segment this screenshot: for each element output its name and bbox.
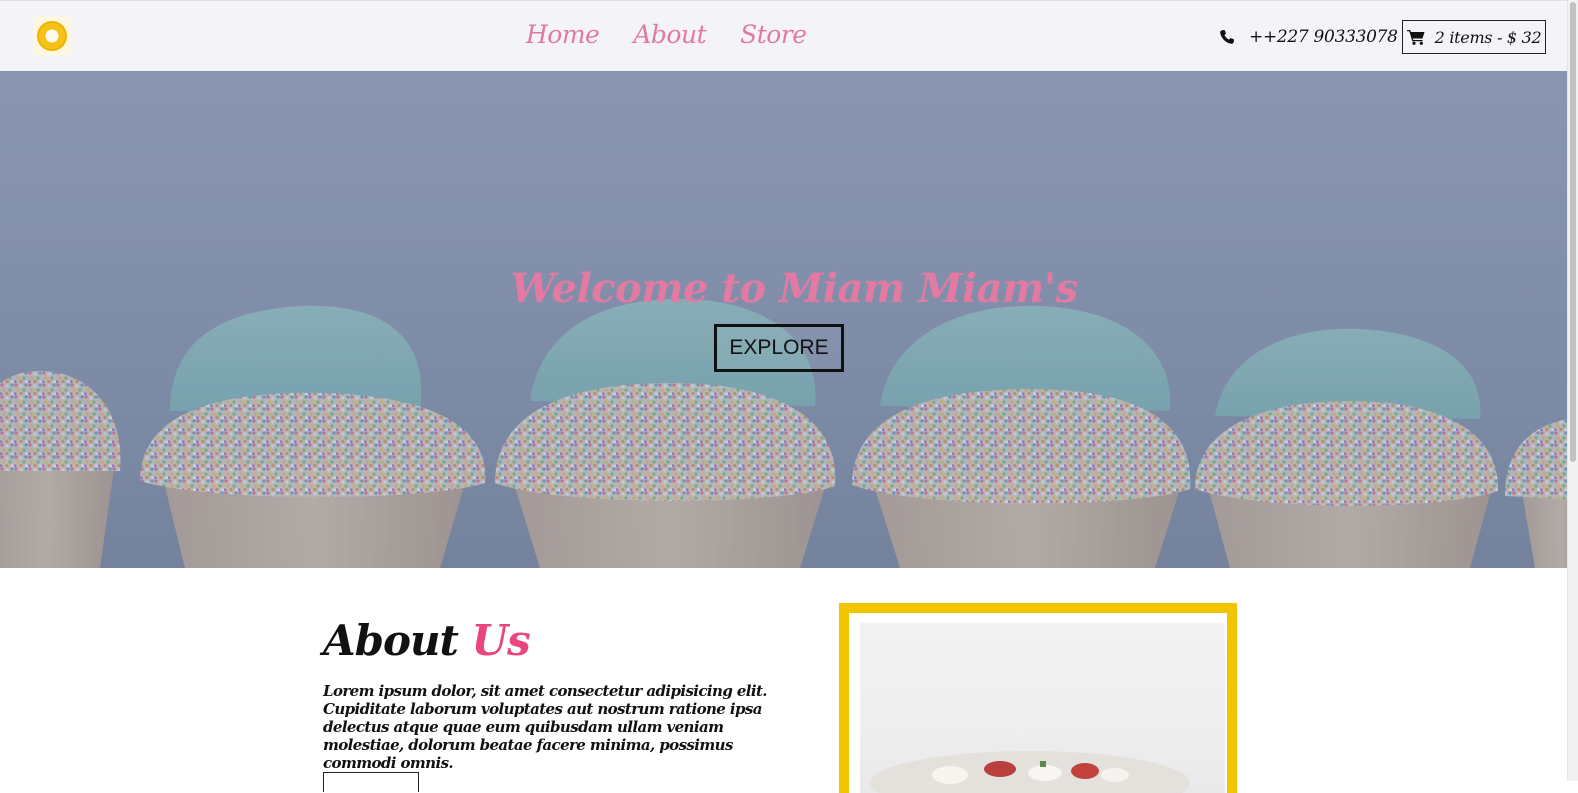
phone-number: ++227 90333078 [1249, 27, 1398, 47]
dessert-photo [870, 751, 1190, 793]
page-scrollbar[interactable] [1567, 0, 1578, 781]
about-description: Lorem ipsum dolor, sit amet consectetur … [323, 682, 768, 772]
about-heading-accent: Us [471, 616, 531, 665]
phone-icon [1220, 30, 1234, 44]
cart-button[interactable]: 2 items - $ 32 [1402, 20, 1546, 54]
cart-summary: 2 items - $ 32 [1434, 27, 1542, 47]
nav-link-store[interactable]: Store [740, 20, 807, 49]
explore-button[interactable]: EXPLORE [714, 324, 844, 372]
logo-link[interactable] [33, 17, 71, 55]
main-nav: Home About Store [526, 20, 807, 49]
nav-link-home[interactable]: Home [526, 20, 600, 49]
cart-icon [1406, 30, 1425, 45]
about-heading-main: About [323, 616, 459, 665]
about-image [860, 623, 1225, 793]
cupcakes-background-image [0, 71, 1568, 568]
hero-title: Welcome to Miam Miam's [510, 265, 1078, 312]
phone-contact[interactable]: ++227 90333078 [1219, 27, 1398, 47]
scrollbar-thumb[interactable] [1570, 2, 1576, 462]
hero-section: Welcome to Miam Miam's EXPLORE [0, 71, 1568, 568]
navbar: Home About Store ++227 90333078 2 items … [0, 0, 1568, 71]
about-read-more-button[interactable] [323, 772, 419, 792]
ring-logo-icon [33, 17, 71, 55]
about-heading: About Us [323, 616, 531, 665]
nav-link-about[interactable]: About [633, 20, 706, 49]
